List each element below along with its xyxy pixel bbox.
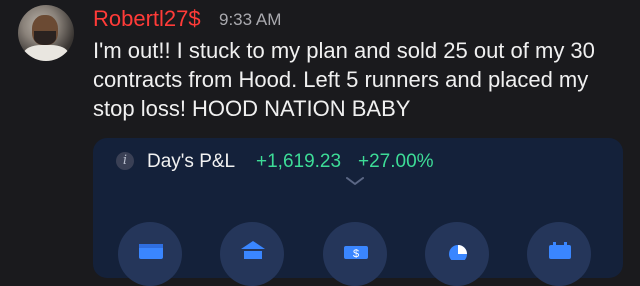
avatar-beard bbox=[34, 31, 56, 45]
avatar-shirt bbox=[24, 45, 68, 61]
pie-chart-icon bbox=[449, 245, 467, 260]
chart-tab[interactable] bbox=[425, 222, 489, 286]
cash-icon: $ bbox=[344, 246, 368, 260]
calendar-tab[interactable] bbox=[527, 222, 591, 286]
pnl-percent: +27.00% bbox=[358, 151, 434, 172]
timestamp: 9:33 AM bbox=[219, 10, 282, 29]
cash-tab[interactable]: $ bbox=[323, 222, 387, 286]
bank-tab[interactable] bbox=[220, 222, 284, 286]
avatar[interactable] bbox=[18, 5, 74, 61]
chevron-down-icon[interactable] bbox=[346, 176, 364, 186]
info-icon[interactable]: i bbox=[116, 152, 134, 170]
message-text: I'm out!! I stuck to my plan and sold 25… bbox=[93, 38, 595, 121]
username[interactable]: Robertl27$ bbox=[93, 6, 201, 32]
pnl-amount: +1,619.23 bbox=[256, 151, 342, 172]
bank-icon bbox=[241, 241, 265, 259]
svg-text:$: $ bbox=[353, 248, 359, 260]
wallet-icon bbox=[139, 244, 163, 259]
calendar-icon bbox=[549, 242, 571, 259]
wallet-tab[interactable] bbox=[118, 222, 182, 286]
pnl-label: Day's P&L bbox=[147, 151, 236, 172]
